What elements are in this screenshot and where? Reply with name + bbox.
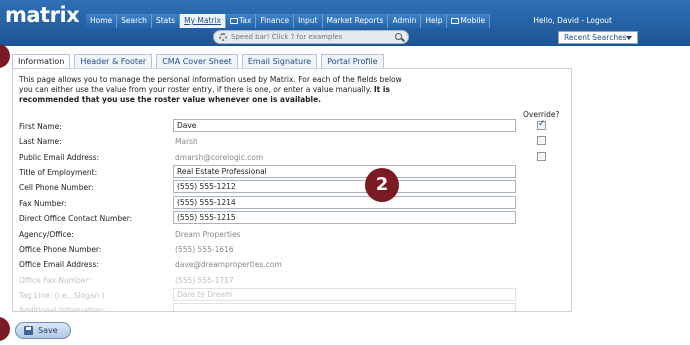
tax-icon (230, 18, 239, 24)
nav-item-my-matrix[interactable]: My Matrix (180, 14, 227, 28)
field-label: Tag Line: (i.e., Slogan ) (19, 291, 105, 300)
recent-searches-label: Recent Searches (564, 33, 627, 42)
field-label: Direct Office Contact Number: (19, 214, 133, 223)
save-button[interactable]: Save (15, 322, 71, 339)
tab-email-signature[interactable]: Email Signature (241, 54, 318, 68)
nav-item-search[interactable]: Search (117, 14, 152, 28)
nav-item-mobile[interactable]: Mobile (447, 14, 491, 28)
search-icon[interactable] (395, 33, 402, 40)
nav-item-label: Mobile (460, 16, 486, 25)
user-greeting-logout[interactable]: Hello, David - Logout (533, 16, 612, 25)
save-label: Save (38, 326, 58, 335)
mobile-icon (451, 18, 460, 24)
nav-item-label: Tax (239, 16, 252, 25)
field-value: Marsh (175, 137, 198, 146)
field-label: Office Fax Number: (19, 276, 91, 285)
field-label: Agency/Office: (19, 230, 74, 239)
nav-item-label: Home (90, 16, 113, 25)
field-label: Public Email Address: (19, 153, 100, 162)
field-value: (555) 555-1616 (175, 245, 234, 254)
speedbar-gear-icon[interactable] (219, 33, 227, 41)
field-value: Dream Properties (175, 230, 241, 239)
field-label: Cell Phone Number: (19, 183, 94, 192)
field-input[interactable] (173, 165, 516, 178)
intro-plain: This page allows you to manage the perso… (19, 75, 402, 94)
tab-cma-cover-sheet[interactable]: CMA Cover Sheet (156, 54, 238, 68)
chevron-down-icon (626, 36, 632, 40)
save-disk-icon (24, 326, 33, 335)
nav-item-tax[interactable]: Tax (226, 14, 257, 28)
field-label: Office Phone Number: (19, 245, 102, 254)
field-input[interactable] (173, 196, 516, 209)
profile-tabs: Information Header & Footer CMA Cover Shee… (12, 54, 388, 69)
nav-item-label: Help (425, 16, 443, 25)
nav-item-label: Admin (392, 16, 417, 25)
field-label: Last Name: (19, 137, 62, 146)
field-input[interactable] (173, 211, 516, 224)
main-nav: Home Search Stats My Matrix Tax Finance Input M… (86, 14, 491, 28)
nav-item-label: Search (121, 16, 147, 25)
speed-bar-input[interactable] (231, 32, 381, 42)
field-label: Title of Employment: (19, 168, 98, 177)
callout-badge-edge-top (0, 44, 10, 68)
field-input[interactable] (173, 119, 516, 132)
nav-item-help[interactable]: Help (421, 14, 448, 28)
override-checkbox[interactable] (537, 119, 546, 130)
field-input[interactable] (173, 303, 516, 311)
callout-badge-edge-bottom (0, 317, 10, 341)
nav-item-input[interactable]: Input (294, 14, 323, 28)
nav-item-label: Stats (155, 16, 176, 25)
field-input[interactable] (173, 180, 516, 193)
override-checkbox[interactable] (537, 152, 546, 161)
recent-searches-dropdown[interactable]: Recent Searches (558, 31, 638, 44)
nav-item-stats[interactable]: Stats (151, 14, 181, 28)
nav-item-home[interactable]: Home (86, 14, 118, 28)
field-value: (555) 555-1717 (175, 276, 234, 285)
field-value: dmarsh@corelogic.com (175, 153, 264, 162)
speed-bar[interactable] (213, 30, 409, 44)
nav-item-label: Input (298, 16, 318, 25)
tab-header-footer[interactable]: Header & Footer (74, 54, 153, 68)
information-panel: This page allows you to manage the perso… (12, 68, 572, 312)
tab-portal-profile[interactable]: Portal Profile (321, 54, 384, 68)
nav-item-admin[interactable]: Admin (388, 14, 422, 28)
callout-badge-2: 2 (365, 168, 399, 202)
field-label: First Name: (19, 122, 62, 131)
matrix-logo[interactable]: matrix (5, 3, 80, 27)
nav-item-label: Finance (260, 16, 290, 25)
field-label: Additional Information: (19, 306, 105, 312)
nav-item-label: Market Reports (326, 16, 384, 25)
nav-item-finance[interactable]: Finance (256, 14, 295, 28)
override-header: Override? (523, 110, 560, 119)
top-bar: matrix Home Search Stats My Matrix Tax Financ… (0, 0, 690, 46)
tab-information[interactable]: Information (12, 54, 71, 69)
field-label: Fax Number: (19, 199, 67, 208)
field-input[interactable] (173, 288, 516, 301)
nav-item-market-reports[interactable]: Market Reports (322, 14, 389, 28)
nav-item-label: My Matrix (184, 16, 222, 25)
override-checkbox[interactable] (537, 136, 546, 145)
intro-text: This page allows you to manage the perso… (19, 75, 409, 105)
field-label: Office Email Address: (19, 260, 99, 269)
field-value: dave@dreamproperties.com (175, 260, 282, 269)
